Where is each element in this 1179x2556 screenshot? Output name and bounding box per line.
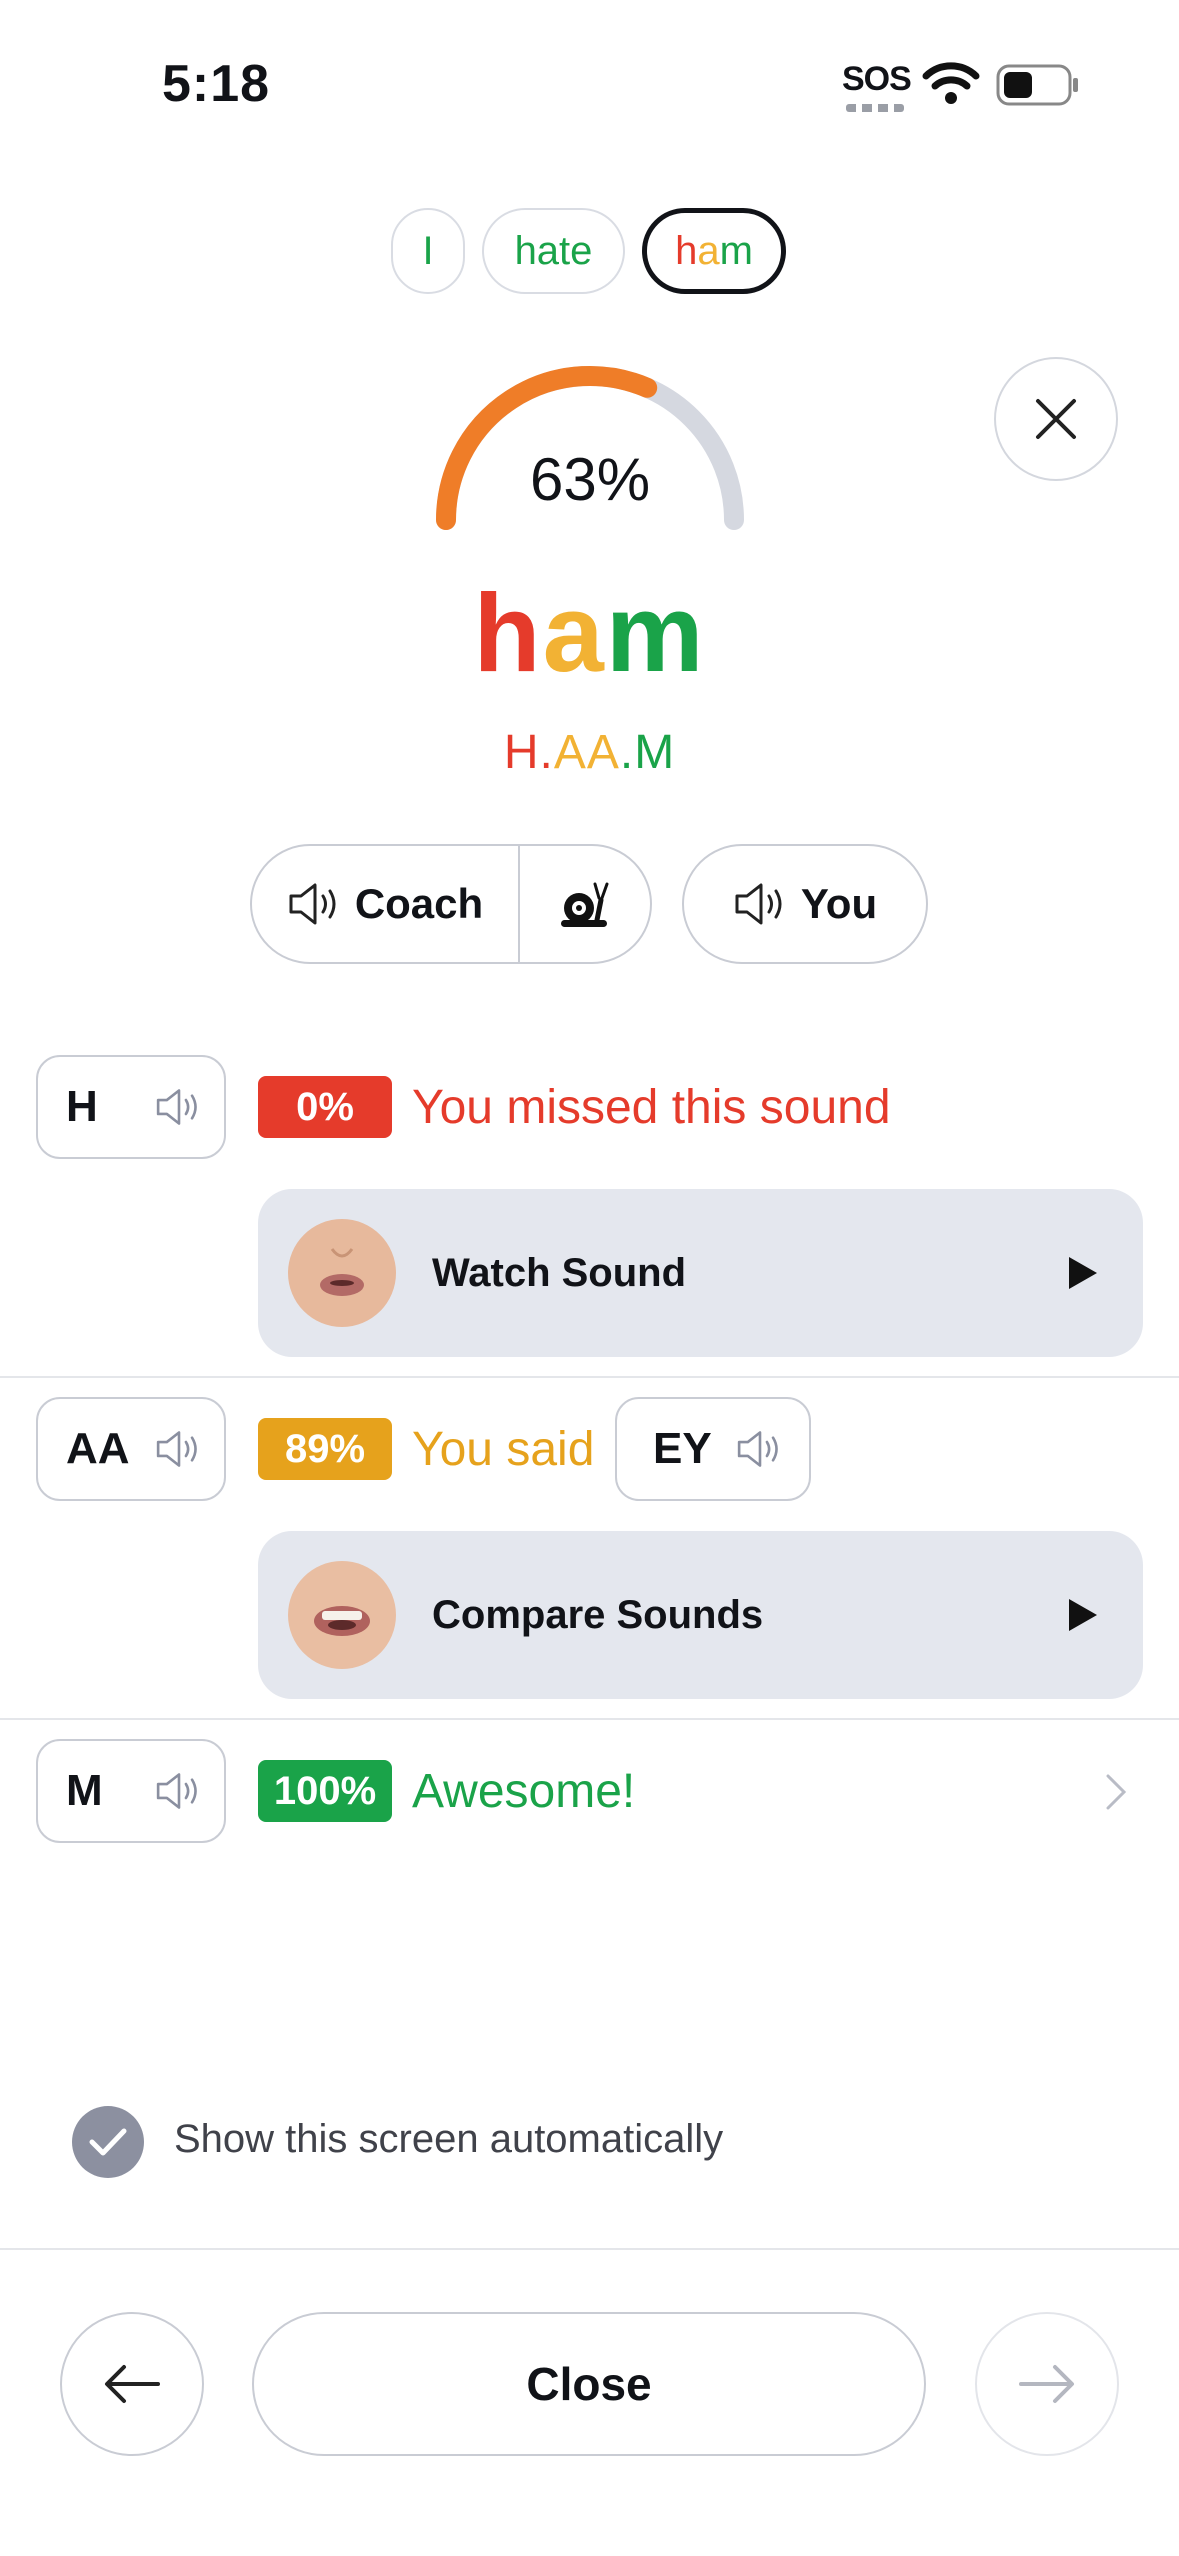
phon-dot: . bbox=[539, 726, 554, 779]
previous-button[interactable] bbox=[60, 2312, 204, 2456]
you-label: You bbox=[800, 880, 878, 927]
next-button[interactable] bbox=[975, 2312, 1119, 2456]
auto-show-checkbox[interactable] bbox=[72, 2106, 144, 2178]
close-button[interactable]: Close bbox=[252, 2312, 926, 2456]
word-pill-letter: m bbox=[719, 228, 753, 273]
chevron-right-icon[interactable] bbox=[1104, 1772, 1128, 1812]
slow-playback-button[interactable] bbox=[520, 878, 650, 930]
phon-dot: . bbox=[619, 726, 635, 779]
phoneme-label: AA bbox=[66, 1424, 130, 1473]
arrow-right-icon bbox=[1019, 2365, 1074, 2403]
divider bbox=[0, 1718, 1179, 1720]
speaker-icon bbox=[289, 883, 336, 925]
compare-sounds-label: Compare Sounds bbox=[432, 1592, 764, 1637]
watch-sound-card[interactable]: Watch Sound bbox=[258, 1189, 1143, 1357]
sound-feedback: You missed this sound bbox=[412, 1081, 891, 1134]
sound-feedback: Awesome! bbox=[412, 1765, 636, 1818]
word-pill-i[interactable]: I bbox=[391, 208, 465, 294]
mouth-thumbnail bbox=[288, 1219, 396, 1327]
battery-icon bbox=[996, 64, 1078, 106]
speaker-icon bbox=[735, 883, 782, 925]
word-pill-label: hate bbox=[514, 228, 593, 273]
coach-audio-group: Coach bbox=[250, 844, 652, 964]
close-x-button[interactable] bbox=[994, 357, 1118, 481]
phoneme-button-h[interactable]: H bbox=[36, 1055, 226, 1159]
score-label: 63% bbox=[529, 446, 651, 513]
sos-indicator: SOS bbox=[842, 60, 912, 98]
arrow-left-icon bbox=[105, 2365, 160, 2403]
phoneme-label: EY bbox=[653, 1424, 712, 1473]
signal-dots bbox=[846, 104, 904, 112]
phon-part: H bbox=[503, 726, 540, 779]
close-icon bbox=[1036, 399, 1076, 439]
speaker-icon bbox=[737, 1431, 778, 1467]
phonetic-spelling: H.AA.M bbox=[0, 725, 1179, 780]
divider bbox=[0, 1376, 1179, 1378]
snail-icon bbox=[561, 882, 609, 927]
auto-show-label: Show this screen automatically bbox=[174, 2117, 724, 2161]
watch-sound-label: Watch Sound bbox=[432, 1250, 687, 1295]
word-pill-ham[interactable]: ham bbox=[642, 208, 786, 294]
play-icon bbox=[1069, 1599, 1097, 1631]
phoneme-button-aa[interactable]: AA bbox=[36, 1397, 226, 1501]
status-time: 5:18 bbox=[162, 55, 271, 113]
divider bbox=[0, 2248, 1179, 2250]
phon-part: AA bbox=[553, 726, 620, 779]
word-pill-letter: h bbox=[675, 228, 698, 273]
word-letter: a bbox=[542, 572, 606, 695]
word-letter: h bbox=[473, 572, 543, 695]
speaker-icon bbox=[156, 1773, 197, 1809]
word-pill-letter: a bbox=[697, 228, 720, 273]
score-badge: 0% bbox=[258, 1076, 392, 1138]
speaker-icon bbox=[156, 1431, 197, 1467]
play-icon bbox=[1069, 1257, 1097, 1289]
word-letter: m bbox=[605, 572, 706, 695]
wifi-icon bbox=[922, 62, 980, 104]
phoneme-button-m[interactable]: M bbox=[36, 1739, 226, 1843]
checkmark-icon bbox=[89, 2128, 127, 2156]
speaker-icon bbox=[156, 1089, 197, 1125]
score-badge: 100% bbox=[258, 1760, 392, 1822]
word-pill-hate[interactable]: hate bbox=[482, 208, 625, 294]
you-audio-button[interactable]: You bbox=[682, 844, 928, 964]
phon-part: M bbox=[634, 726, 676, 779]
coach-label: Coach bbox=[354, 880, 484, 927]
mouth-thumbnail bbox=[288, 1561, 396, 1669]
phoneme-label: H bbox=[66, 1082, 98, 1131]
sound-feedback: You said bbox=[412, 1423, 595, 1476]
phoneme-button-ey[interactable]: EY bbox=[615, 1397, 811, 1501]
word-pill-label: I bbox=[422, 228, 434, 273]
phoneme-label: M bbox=[66, 1766, 103, 1815]
coach-audio-button[interactable]: Coach bbox=[252, 846, 520, 962]
current-word: ham bbox=[0, 570, 1179, 697]
score-badge: 89% bbox=[258, 1418, 392, 1480]
compare-sounds-card[interactable]: Compare Sounds bbox=[258, 1531, 1143, 1699]
